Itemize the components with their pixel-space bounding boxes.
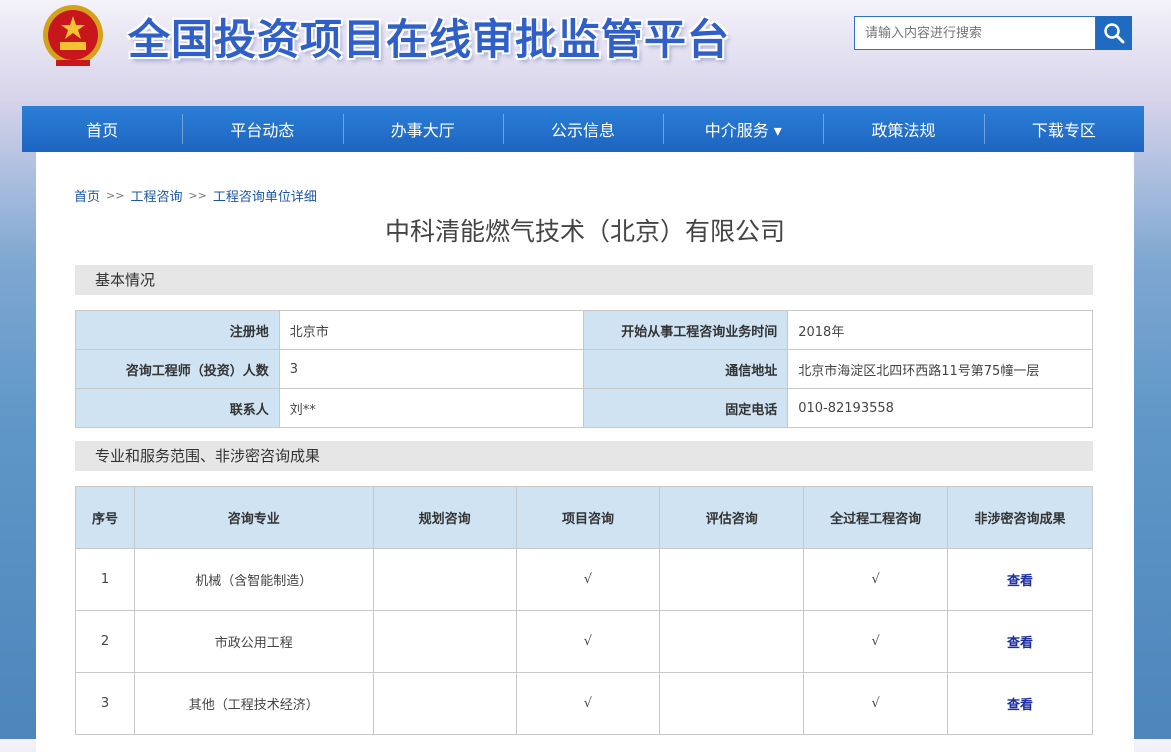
cell-result: 查看 — [947, 610, 1093, 673]
value-phone: 010-82193558 — [787, 388, 1093, 428]
label-address: 通信地址 — [583, 349, 789, 389]
view-link[interactable]: 查看 — [1007, 574, 1033, 589]
nav-item-download[interactable]: 下载专区 — [983, 106, 1144, 152]
nav-item-agency-service[interactable]: 中介服务 ▾ — [663, 106, 823, 152]
value-contact: 刘** — [278, 388, 585, 428]
table-header-row: 序号 咨询专业 规划咨询 项目咨询 评估咨询 全过程工程咨询 非涉密咨询成果 — [75, 486, 1093, 549]
value-engineer-count: 3 — [278, 349, 585, 389]
label-phone: 固定电话 — [583, 388, 789, 428]
site-title: 全国投资项目在线审批监管平台 — [128, 15, 731, 64]
col-header-major: 咨询专业 — [133, 486, 374, 549]
search-input[interactable] — [854, 16, 1096, 50]
breadcrumb-home[interactable]: 首页 — [74, 186, 100, 205]
nav-item-service-hall[interactable]: 办事大厅 — [342, 106, 503, 152]
view-link[interactable]: 查看 — [1007, 698, 1033, 713]
cell-assess — [659, 610, 805, 673]
cell-project: √ — [515, 610, 661, 673]
cell-plan — [372, 548, 517, 611]
col-header-assess: 评估咨询 — [659, 486, 805, 549]
label-engineer-count: 咨询工程师（投资）人数 — [75, 349, 280, 389]
cell-project: √ — [515, 548, 661, 611]
view-link[interactable]: 查看 — [1007, 636, 1033, 651]
nav-item-news[interactable]: 平台动态 — [182, 106, 342, 152]
content-panel: 首页 >> 工程咨询 >> 工程咨询单位详细 中科清能燃气技术（北京）有限公司 … — [36, 152, 1134, 752]
col-header-whole: 全过程工程咨询 — [803, 486, 949, 549]
page-title: 中科清能燃气技术（北京）有限公司 — [384, 217, 785, 246]
breadcrumb-current[interactable]: 工程咨询单位详细 — [213, 186, 317, 205]
cell-result: 查看 — [947, 548, 1093, 611]
label-start-time: 开始从事工程咨询业务时间 — [583, 310, 789, 350]
label-registered-place: 注册地 — [75, 310, 280, 350]
value-address: 北京市海淀区北四环西路11号第75幢一层 — [787, 349, 1093, 389]
services-table: 序号 咨询专业 规划咨询 项目咨询 评估咨询 全过程工程咨询 非涉密咨询成果 1… — [75, 486, 1093, 735]
section-basic-info: 基本情况 — [75, 265, 1093, 295]
search-icon — [1104, 23, 1125, 44]
cell-whole: √ — [803, 548, 949, 611]
breadcrumb-separator: >> — [106, 189, 125, 202]
cell-major: 市政公用工程 — [133, 610, 374, 673]
nav-item-public-info[interactable]: 公示信息 — [502, 106, 663, 152]
nav-item-home[interactable]: 首页 — [22, 106, 182, 152]
cell-plan — [372, 610, 517, 673]
cell-major: 其他（工程技术经济） — [133, 672, 374, 735]
value-start-time: 2018年 — [787, 310, 1093, 350]
label-contact: 联系人 — [75, 388, 280, 428]
col-header-project: 项目咨询 — [515, 486, 661, 549]
value-registered-place: 北京市 — [278, 310, 585, 350]
cell-assess — [659, 548, 805, 611]
breadcrumb: 首页 >> 工程咨询 >> 工程咨询单位详细 — [74, 186, 317, 205]
section-services: 专业和服务范围、非涉密咨询成果 — [75, 441, 1093, 471]
col-header-result: 非涉密咨询成果 — [947, 486, 1093, 549]
breadcrumb-engineering-consulting[interactable]: 工程咨询 — [130, 186, 182, 205]
table-row: 注册地 北京市 开始从事工程咨询业务时间 2018年 — [75, 310, 1093, 350]
nav-item-policy[interactable]: 政策法规 — [823, 106, 983, 152]
search-button[interactable] — [1096, 16, 1132, 50]
cell-result: 查看 — [947, 672, 1093, 735]
cell-whole: √ — [803, 672, 949, 735]
cell-whole: √ — [803, 610, 949, 673]
cell-assess — [659, 672, 805, 735]
table-row: 1 机械（含智能制造） √ √ 查看 — [75, 548, 1093, 611]
basic-info-table: 注册地 北京市 开始从事工程咨询业务时间 2018年 咨询工程师（投资）人数 3… — [75, 310, 1093, 428]
cell-no: 1 — [75, 548, 135, 611]
main-nav: 首页 平台动态 办事大厅 公示信息 中介服务 ▾ 政策法规 下载专区 — [22, 106, 1144, 152]
cell-no: 3 — [75, 672, 135, 735]
cell-project: √ — [515, 672, 661, 735]
cell-major: 机械（含智能制造） — [133, 548, 374, 611]
table-row: 咨询工程师（投资）人数 3 通信地址 北京市海淀区北四环西路11号第75幢一层 — [75, 349, 1093, 389]
table-row: 3 其他（工程技术经济） √ √ 查看 — [75, 672, 1093, 735]
col-header-plan: 规划咨询 — [372, 486, 517, 549]
cell-no: 2 — [75, 610, 135, 673]
col-header-no: 序号 — [75, 486, 135, 549]
breadcrumb-separator: >> — [188, 189, 207, 202]
header: 全国投资项目在线审批监管平台 — [0, 0, 1171, 106]
table-row: 2 市政公用工程 √ √ 查看 — [75, 610, 1093, 673]
table-row: 联系人 刘** 固定电话 010-82193558 — [75, 388, 1093, 428]
national-emblem-icon — [38, 2, 108, 72]
cell-plan — [372, 672, 517, 735]
